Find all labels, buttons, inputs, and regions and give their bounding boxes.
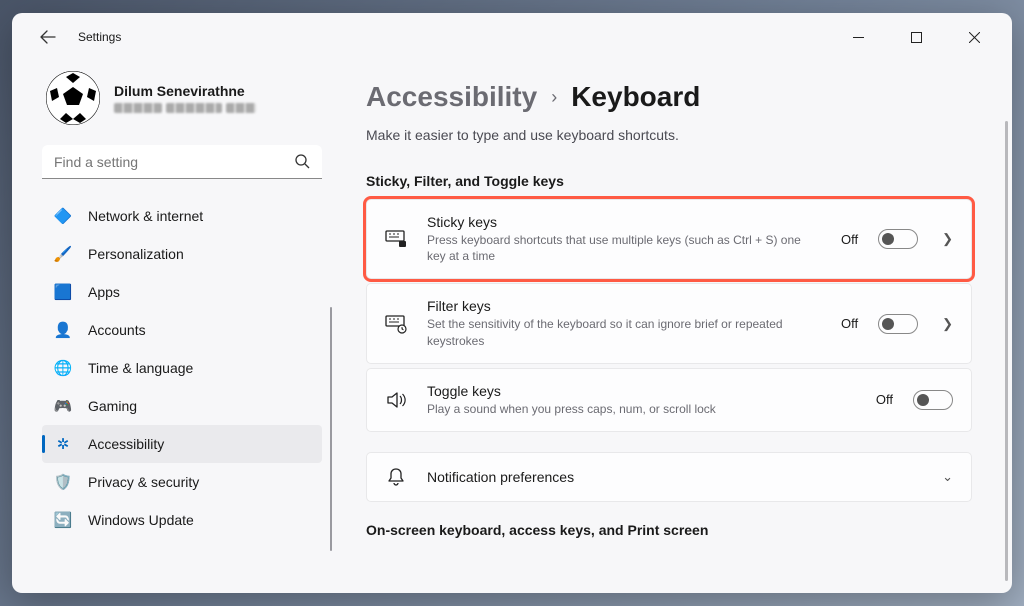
minimize-button[interactable] <box>838 21 878 53</box>
window-controls <box>838 21 1004 53</box>
shield-icon: 🛡️ <box>54 473 72 491</box>
wifi-icon: 🔷 <box>54 207 72 225</box>
search-box <box>42 145 322 179</box>
breadcrumb-parent[interactable]: Accessibility <box>366 81 537 113</box>
keyboard-clock-icon <box>385 314 407 334</box>
sidebar-item-personalization[interactable]: 🖌️ Personalization <box>42 235 322 273</box>
search-input[interactable] <box>42 145 322 179</box>
sidebar-item-accessibility[interactable]: ✲ Accessibility <box>42 425 322 463</box>
sidebar-item-label: Accounts <box>88 322 146 338</box>
bell-icon <box>385 467 407 487</box>
filter-keys-toggle[interactable] <box>878 314 918 334</box>
sidebar-item-label: Personalization <box>88 246 184 262</box>
profile[interactable]: Dilum Senevirathne <box>42 71 322 125</box>
toggle-keys-toggle[interactable] <box>913 390 953 410</box>
toggle-state: Off <box>876 392 893 407</box>
breadcrumb: Accessibility › Keyboard <box>366 81 972 113</box>
section-title-sticky: Sticky, Filter, and Toggle keys <box>366 173 972 189</box>
app-title: Settings <box>78 30 121 44</box>
avatar <box>46 71 100 125</box>
speaker-icon <box>385 391 407 409</box>
card-desc: Set the sensitivity of the keyboard so i… <box>427 316 807 348</box>
search-icon <box>294 153 310 174</box>
globe-icon: 🌐 <box>54 359 72 377</box>
chevron-right-icon: ❯ <box>942 231 953 247</box>
chevron-right-icon: ❯ <box>942 316 953 332</box>
sidebar-item-accounts[interactable]: 👤 Accounts <box>42 311 322 349</box>
card-title: Toggle keys <box>427 383 856 399</box>
sidebar-item-label: Network & internet <box>88 208 203 224</box>
scrollbar[interactable] <box>1005 121 1008 581</box>
accessibility-icon: ✲ <box>54 435 72 453</box>
card-title: Sticky keys <box>427 214 821 230</box>
chevron-down-icon: ⌄ <box>942 469 953 485</box>
sticky-keys-card[interactable]: Sticky keys Press keyboard shortcuts tha… <box>366 199 972 279</box>
back-button[interactable] <box>32 21 64 53</box>
card-title: Notification preferences <box>427 469 918 485</box>
apps-icon: 🟦 <box>54 283 72 301</box>
nav-list: 🔷 Network & internet 🖌️ Personalization 🟦 A… <box>42 197 322 539</box>
sidebar-item-network[interactable]: 🔷 Network & internet <box>42 197 322 235</box>
brush-icon: 🖌️ <box>54 245 72 263</box>
filter-keys-card[interactable]: Filter keys Set the sensitivity of the k… <box>366 283 972 363</box>
sidebar-item-update[interactable]: 🔄 Windows Update <box>42 501 322 539</box>
soccer-ball-icon <box>46 71 100 125</box>
sidebar-item-privacy[interactable]: 🛡️ Privacy & security <box>42 463 322 501</box>
update-icon: 🔄 <box>54 511 72 529</box>
close-button[interactable] <box>954 21 994 53</box>
section-title-onscreen: On-screen keyboard, access keys, and Pri… <box>366 522 972 538</box>
titlebar: Settings <box>12 13 1012 61</box>
sidebar-item-label: Accessibility <box>88 436 164 452</box>
sidebar: Dilum Senevirathne 🔷 Network & internet 🖌… <box>12 61 332 593</box>
person-icon: 👤 <box>54 321 72 339</box>
maximize-icon <box>911 32 922 43</box>
sticky-keys-toggle[interactable] <box>878 229 918 249</box>
card-title: Filter keys <box>427 298 821 314</box>
maximize-button[interactable] <box>896 21 936 53</box>
toggle-state: Off <box>841 316 858 331</box>
page-description: Make it easier to type and use keyboard … <box>366 127 972 143</box>
back-arrow-icon <box>40 29 56 45</box>
card-desc: Press keyboard shortcuts that use multip… <box>427 232 807 264</box>
sidebar-item-label: Windows Update <box>88 512 194 528</box>
settings-window: Settings Dilum Senevirathne <box>12 13 1012 593</box>
notification-preferences-card[interactable]: Notification preferences ⌄ <box>366 452 972 502</box>
card-desc: Play a sound when you press caps, num, o… <box>427 401 807 417</box>
sidebar-item-label: Gaming <box>88 398 137 414</box>
close-icon <box>969 32 980 43</box>
toggle-state: Off <box>841 232 858 247</box>
minimize-icon <box>853 32 864 43</box>
sidebar-item-label: Time & language <box>88 360 193 376</box>
sidebar-item-gaming[interactable]: 🎮 Gaming <box>42 387 322 425</box>
profile-email <box>114 103 256 113</box>
chevron-right-icon: › <box>551 87 557 108</box>
page-title: Keyboard <box>571 81 700 113</box>
gamepad-icon: 🎮 <box>54 397 72 415</box>
sidebar-item-label: Privacy & security <box>88 474 199 490</box>
toggle-keys-card[interactable]: Toggle keys Play a sound when you press … <box>366 368 972 432</box>
sidebar-item-apps[interactable]: 🟦 Apps <box>42 273 322 311</box>
keyboard-icon <box>385 229 407 249</box>
sidebar-item-time[interactable]: 🌐 Time & language <box>42 349 322 387</box>
profile-name: Dilum Senevirathne <box>114 83 256 99</box>
sidebar-item-label: Apps <box>88 284 120 300</box>
main-content: Accessibility › Keyboard Make it easier … <box>332 61 1012 593</box>
